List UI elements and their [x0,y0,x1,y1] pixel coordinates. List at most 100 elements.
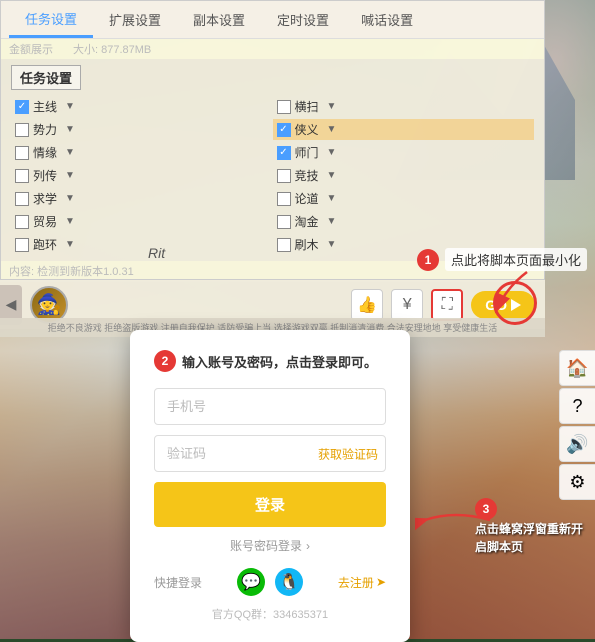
checkbox-power[interactable] [15,123,29,137]
task-label-sweep: 横扫 [295,98,323,115]
checkbox-shimen[interactable] [277,146,291,160]
account-login-text: 账号密码登录 [230,537,302,554]
phone-input[interactable] [154,388,386,425]
get-code-btn[interactable]: 获取验证码 [318,445,378,462]
checkbox-xia[interactable] [277,123,291,137]
dropdown-lun[interactable]: ▼ [327,193,337,204]
annotation-3-text: 点击蜂窝浮窗重新开启脚本页 [475,520,585,556]
tab-task-settings[interactable]: 任务设置 [9,1,93,38]
dropdown-liezhuan[interactable]: ▼ [65,170,75,181]
checkbox-study[interactable] [15,192,29,206]
float-buttons: 🏠 ? 🔊 ⚙ [559,350,595,500]
task-row: 跑环 ▼ [11,234,273,255]
toolbar-right: 👍 ¥ ⛶ GO [351,289,535,321]
tab-shout-settings[interactable]: 喊话设置 [345,2,429,37]
account-login-link[interactable]: 账号密码登录 › [154,537,386,554]
task-label-delivery: 跑环 [33,236,61,253]
quick-login-row: 快捷登录 💬 🐧 去注册 ➤ [154,568,386,596]
dropdown-pvp[interactable]: ▼ [327,170,337,181]
dropdown-affection[interactable]: ▼ [65,147,75,158]
checkbox-sweep[interactable] [277,100,291,114]
rit-label: Rit [148,245,165,261]
dropdown-sweep[interactable]: ▼ [327,101,337,112]
home-icon: 🏠 [566,358,588,379]
checkbox-delivery[interactable] [15,238,29,252]
task-col-right: 横扫 ▼ 侠义 ▼ 师门 ▼ 竞技 ▼ [273,96,535,255]
like-btn[interactable]: 👍 [351,289,383,321]
task-label-study: 求学 [33,190,61,207]
task-label-trade: 贸易 [33,213,61,230]
avatar-icon: 🧙 [37,292,62,317]
checkbox-liezhuan[interactable] [15,169,29,183]
register-text: 去注册 [338,574,374,591]
quick-login-label: 快捷登录 [154,574,202,591]
task-row: 势力 ▼ [11,119,273,140]
float-btn-home[interactable]: 🏠 [559,350,595,386]
task-row: 贸易 ▼ [11,211,273,232]
section-title: 任务设置 [11,65,81,90]
task-label-gold: 淘金 [295,213,323,230]
task-row: 列传 ▼ [11,165,273,186]
checkbox-trade[interactable] [15,215,29,229]
login-dialog: 2 输入账号及密码，点击登录即可。 获取验证码 登录 账号密码登录 › 快捷登录… [130,330,410,642]
float-btn-help[interactable]: ? [559,388,595,424]
wechat-login-btn[interactable]: 💬 [237,568,265,596]
task-label-mainline: 主线 [33,98,61,115]
dropdown-xia[interactable]: ▼ [327,124,337,135]
task-row: 求学 ▼ [11,188,273,209]
dropdown-trade[interactable]: ▼ [65,216,75,227]
qq-group: 官方QQ群：334635371 [154,606,386,622]
task-label-lun: 论道 [295,190,323,207]
quick-login-icons: 💬 🐧 [237,568,303,596]
login-btn[interactable]: 登录 [154,482,386,527]
go-label: GO [485,297,507,313]
annotation-3-badge: 3 [475,498,497,520]
wechat-icon-glyph: 💬 [241,572,261,592]
qq-login-btn[interactable]: 🐧 [275,568,303,596]
go-btn[interactable]: GO [471,291,535,319]
settings-icon: ⚙ [569,472,585,493]
tab-expand-settings[interactable]: 扩展设置 [93,2,177,37]
annotation-2-badge: 2 [154,350,176,372]
info-bar-1: 金额展示 大小: 877.87MB [1,39,544,59]
checkbox-affection[interactable] [15,146,29,160]
task-label-power: 势力 [33,121,61,138]
annotation-1: 1 点此将脚本页面最小化 [417,248,587,271]
checkbox-gold[interactable] [277,215,291,229]
task-row: 侠义 ▼ [273,119,535,140]
checkbox-pvp[interactable] [277,169,291,183]
info-size: 大小: 877.87MB [73,41,151,57]
minimize-btn[interactable]: ⛶ [431,289,463,321]
annotation-1-badge: 1 [417,249,439,271]
float-btn-settings[interactable]: ⚙ [559,464,595,500]
checkbox-lun[interactable] [277,192,291,206]
checkbox-mainline[interactable] [15,100,29,114]
dropdown-mainline[interactable]: ▼ [65,101,75,112]
task-col-left: 主线 ▼ 势力 ▼ 情缘 ▼ 列传 ▼ [11,96,273,255]
task-label-affection: 情缘 [33,144,61,161]
dropdown-power[interactable]: ▼ [65,124,75,135]
tab-dungeon-settings[interactable]: 副本设置 [177,2,261,37]
dropdown-delivery[interactable]: ▼ [65,239,75,250]
code-input-wrapper: 获取验证码 [154,435,386,472]
tabs-row: 任务设置 扩展设置 副本设置 定时设置 喊话设置 [1,1,544,39]
tab-timer-settings[interactable]: 定时设置 [261,2,345,37]
collapse-arrow-icon: ◀ [6,296,17,313]
checkbox-wood[interactable] [277,238,291,252]
dropdown-study[interactable]: ▼ [65,193,75,204]
yen-btn[interactable]: ¥ [391,289,423,321]
float-btn-audio[interactable]: 🔊 [559,426,595,462]
dropdown-gold[interactable]: ▼ [327,216,337,227]
task-row: 横扫 ▼ [273,96,535,117]
task-label-wood: 刷木 [295,236,323,253]
dropdown-wood[interactable]: ▼ [327,239,337,250]
dropdown-shimen[interactable]: ▼ [327,147,337,158]
task-label-shimen: 师门 [295,144,323,161]
task-label-xia: 侠义 [295,121,323,138]
chevron-right-icon: › [306,539,310,553]
version-text: 内容: 检测到新版本1.0.31 [9,266,134,278]
task-row: 淘金 ▼ [273,211,535,232]
register-link[interactable]: 去注册 ➤ [338,574,386,591]
tasks-grid: 主线 ▼ 势力 ▼ 情缘 ▼ 列传 ▼ [11,96,534,255]
audio-icon: 🔊 [566,434,588,455]
